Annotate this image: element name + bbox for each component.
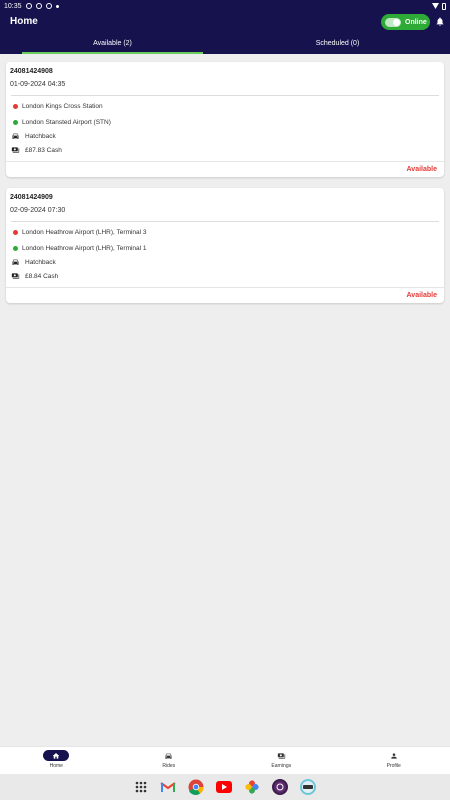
location-icon (35, 3, 42, 9)
vehicle-type: Hatchback (25, 132, 56, 140)
online-toggle[interactable]: Online (381, 14, 430, 30)
dropoff-dot-icon (13, 119, 18, 125)
tabs: Available (2) Scheduled (0) (0, 36, 450, 54)
photos-icon[interactable] (244, 779, 260, 795)
notification-icon (25, 3, 32, 9)
status-badge: Available (406, 166, 437, 173)
nav-home-label: Home (49, 763, 63, 769)
bell-icon[interactable] (435, 16, 445, 27)
person-icon (391, 752, 397, 759)
pickup-dot-icon (13, 229, 18, 235)
nav-rides[interactable]: Rides (113, 747, 226, 774)
vehicle-type: Hatchback (25, 258, 56, 266)
ride-card[interactable]: 24081424908 01-09-2024 04:35 London King… (6, 62, 444, 177)
ride-datetime: 01-09-2024 04:35 (10, 81, 66, 88)
chrome-icon[interactable] (188, 779, 204, 795)
money-icon (277, 752, 285, 759)
dropoff-location: London Stansted Airport (STN) (22, 118, 111, 126)
toggle-switch[interactable] (385, 17, 401, 27)
pickup-location: London Kings Cross Station (22, 102, 103, 110)
ride-id: 24081424908 (10, 68, 53, 75)
page-title: Home (10, 16, 38, 27)
ride-datetime: 02-09-2024 07:30 (10, 207, 66, 214)
driver-app-icon[interactable] (272, 779, 288, 795)
divider (11, 95, 439, 96)
nav-profile-label: Profile (386, 763, 401, 769)
status-bar: 10:35 (0, 0, 450, 12)
battery-icon (442, 2, 446, 10)
bottom-nav: Home Rides Earnings Profile (0, 746, 450, 774)
sync-icon (45, 3, 52, 9)
dropoff-dot-icon (13, 245, 18, 251)
nav-rides-label: Rides (162, 763, 176, 769)
online-label: Online (405, 18, 427, 26)
dot-icon (55, 4, 59, 8)
status-time: 10:35 (4, 2, 22, 10)
cash-icon (11, 147, 20, 153)
gmail-icon[interactable] (160, 781, 176, 793)
fare: £87.83 Cash (25, 146, 62, 154)
nav-earnings[interactable]: Earnings (225, 747, 338, 774)
ride-card[interactable]: 24081424909 02-09-2024 07:30 London Heat… (6, 188, 444, 303)
tab-scheduled[interactable]: Scheduled (0) (225, 36, 450, 54)
status-badge: Available (406, 292, 437, 299)
dropoff-location: London Heathrow Airport (LHR), Terminal … (22, 244, 147, 252)
ride-id: 24081424909 (10, 194, 53, 201)
nav-profile[interactable]: Profile (338, 747, 450, 774)
fare: £8.84 Cash (25, 272, 59, 280)
system-taskbar (0, 774, 450, 800)
nav-earnings-label: Earnings (271, 763, 292, 769)
divider (11, 221, 439, 222)
app-bar: Home Online Available (2) Scheduled (0) (0, 12, 450, 54)
youtube-icon[interactable] (216, 781, 232, 793)
car-icon (12, 259, 19, 265)
pickup-location: London Heathrow Airport (LHR), Terminal … (22, 228, 147, 236)
pickup-dot-icon (13, 103, 18, 109)
app-drawer-icon[interactable] (134, 780, 148, 794)
nav-home[interactable]: Home (0, 747, 113, 774)
cash-icon (11, 273, 20, 279)
car-icon (165, 753, 172, 759)
tab-available[interactable]: Available (2) (0, 36, 225, 54)
cab-app-icon[interactable] (300, 779, 316, 795)
home-icon (52, 752, 60, 759)
wifi-icon (432, 3, 439, 9)
car-icon (12, 133, 19, 139)
